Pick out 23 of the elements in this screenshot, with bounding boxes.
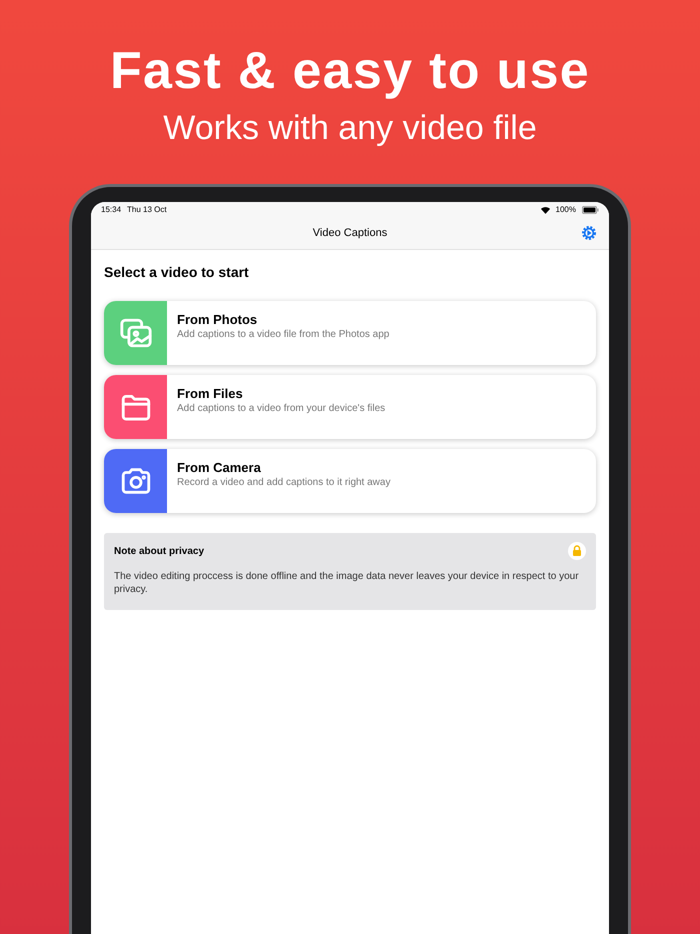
battery-icon bbox=[582, 206, 599, 214]
card-description: Add captions to a video from your device's files bbox=[177, 402, 386, 416]
settings-button[interactable] bbox=[581, 225, 597, 241]
source-card[interactable]: From Camera Record a video and add captions to it right away bbox=[104, 449, 596, 513]
card-title: From Files bbox=[177, 386, 244, 402]
card-title: From Camera bbox=[177, 460, 262, 476]
wifi-icon bbox=[540, 206, 550, 214]
battery-percent: 100% bbox=[556, 204, 576, 216]
card-description: Record a video and add captions to it right away bbox=[177, 476, 390, 490]
status-date: Thu 13 Oct bbox=[127, 204, 167, 216]
headline: Fast & easy to use bbox=[110, 41, 590, 102]
photos-icon bbox=[118, 316, 152, 350]
card-description: Add captions to a video file from the Photos app bbox=[177, 328, 390, 342]
nav-title: Video Captions bbox=[312, 226, 388, 242]
source-card[interactable]: From Photos Add captions to a video file from the Photos app bbox=[104, 301, 596, 365]
card-title: From Photos bbox=[177, 312, 258, 328]
privacy-title: Note about privacy bbox=[114, 544, 204, 558]
lock-icon bbox=[568, 542, 586, 560]
source-card[interactable]: From Files Add captions to a video from your device's files bbox=[104, 375, 596, 439]
privacy-text: The video editing proccess is done offline and the image data never leaves your device in respect to your privacy. bbox=[114, 570, 580, 596]
subheadline: Works with any video file bbox=[163, 108, 537, 148]
status-time: 15:34 bbox=[101, 204, 122, 216]
section-title: Select a video to start bbox=[104, 263, 250, 281]
